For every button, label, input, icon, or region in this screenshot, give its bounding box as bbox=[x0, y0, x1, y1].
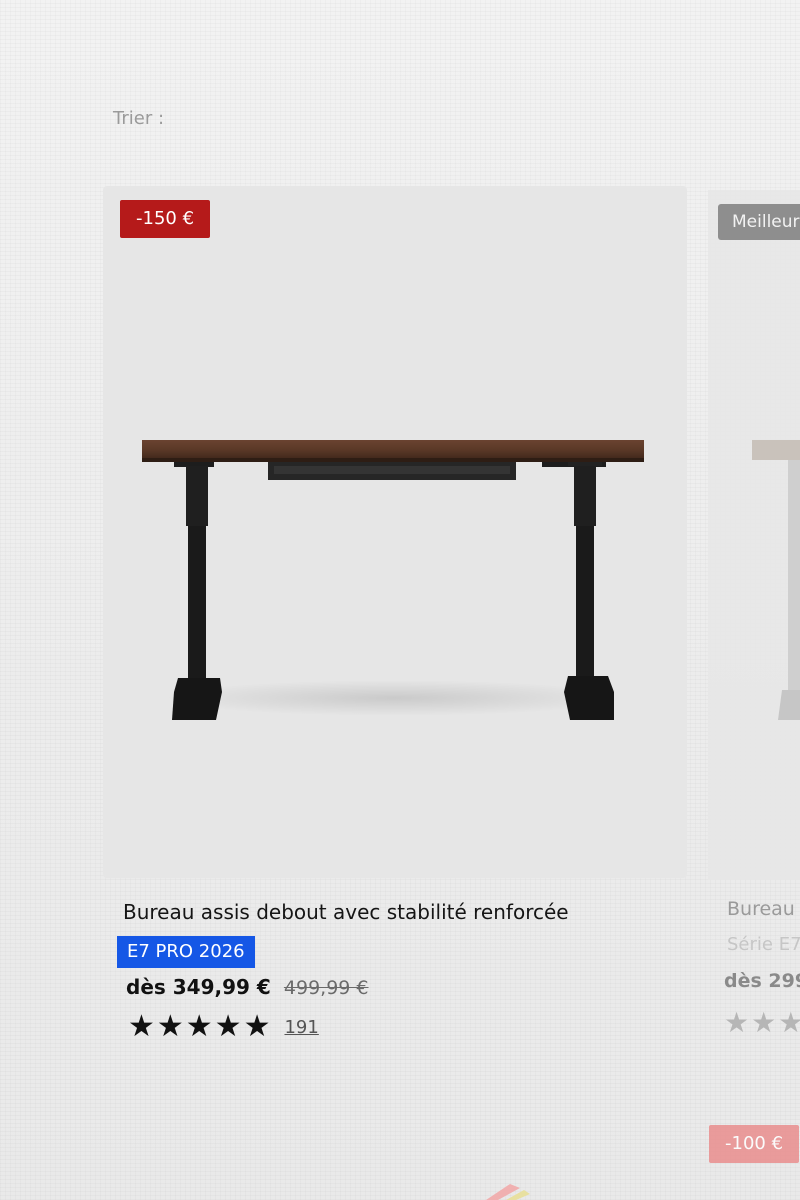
bestseller-badge: Meilleur bbox=[718, 204, 800, 240]
star-rating-icon: ★★★★★ bbox=[128, 1009, 273, 1044]
next-star-rating-icon: ★★★ bbox=[724, 1006, 800, 1039]
partial-product-image bbox=[486, 1184, 530, 1200]
product-title[interactable]: Bureau assis debout avec stabilité renfo… bbox=[123, 900, 569, 924]
product-listing-page: Trier : -150 € Bureau assis debout avec … bbox=[0, 0, 800, 1200]
rating-row: ★★★★★ 191 bbox=[128, 1012, 319, 1042]
price-row: dès 349,99 € 499,99 € bbox=[126, 975, 369, 999]
next-desk-image bbox=[752, 440, 800, 720]
next-product-series: Série E7 bbox=[727, 934, 800, 955]
price-current: dès 349,99 € bbox=[126, 975, 271, 999]
sort-label[interactable]: Trier : bbox=[113, 108, 164, 129]
next-product-title[interactable]: Bureau bbox=[727, 898, 795, 920]
price-old: 499,99 € bbox=[283, 977, 369, 999]
next-discount-badge: -100 € bbox=[709, 1125, 800, 1163]
discount-badge: -150 € bbox=[120, 200, 211, 238]
model-tag: E7 PRO 2026 bbox=[117, 936, 255, 968]
review-count-link[interactable]: 191 bbox=[284, 1017, 318, 1038]
next-product-price: dès 299 bbox=[724, 970, 800, 992]
standing-desk-image bbox=[142, 440, 644, 720]
